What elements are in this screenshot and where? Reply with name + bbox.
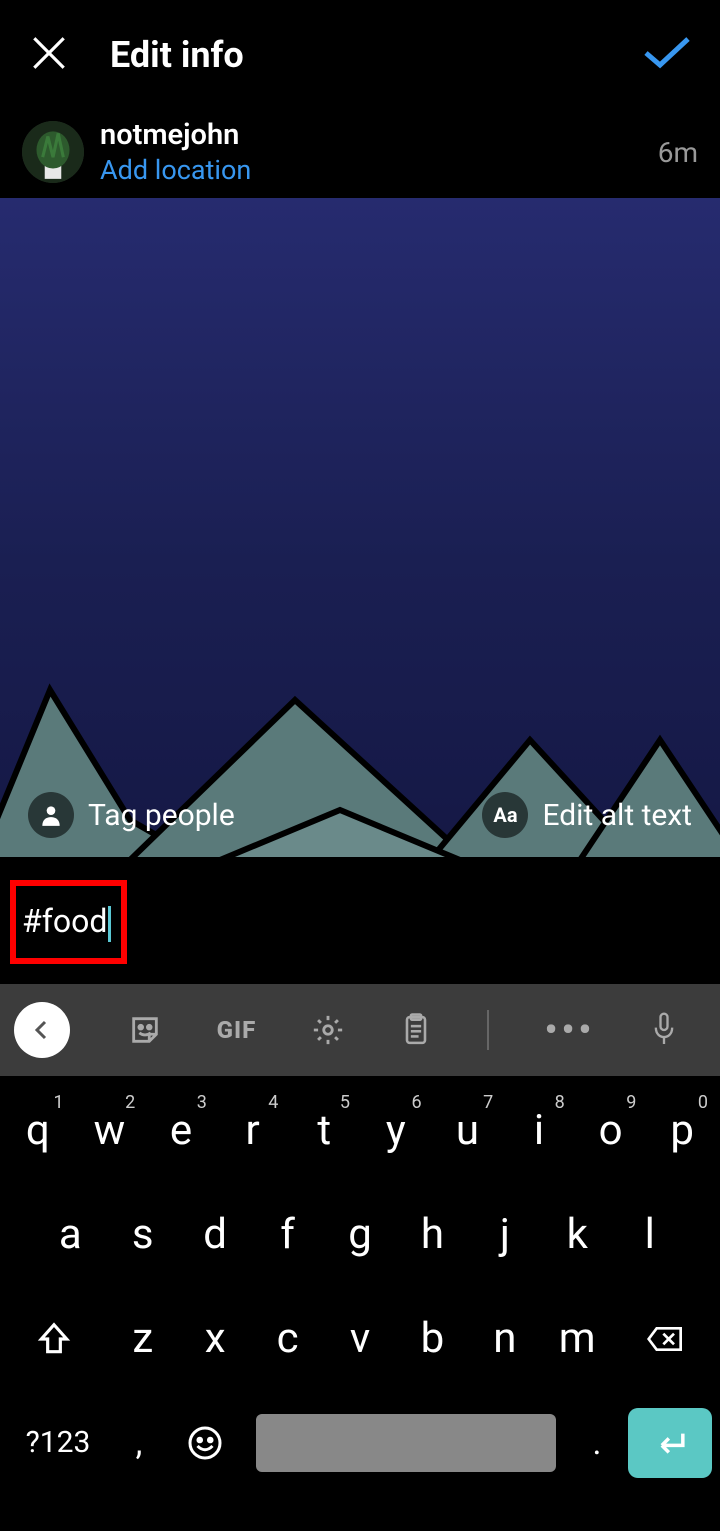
enter-icon [652,1429,688,1457]
edit-alt-text-button[interactable]: Aa Edit alt text [482,792,692,838]
tag-people-button[interactable]: Tag people [28,792,235,838]
key-num: 4 [268,1092,278,1113]
clipboard-button[interactable] [400,1012,432,1048]
key-h[interactable]: h [398,1192,466,1278]
backspace-key[interactable] [615,1296,716,1382]
key-t[interactable]: t5 [290,1088,358,1174]
caption-highlight: #food [10,880,127,964]
key-num: 3 [197,1092,207,1113]
period-key[interactable]: . [572,1400,622,1486]
backspace-icon [645,1323,687,1355]
tag-people-label: Tag people [88,798,235,833]
username[interactable]: notmejohn [100,118,251,152]
shift-key[interactable] [4,1296,105,1382]
key-k[interactable]: k [543,1192,611,1278]
keyboard: q1w2e3r4t5y6u7i8o9p0 asdfghjkl zxcvbnm ?… [0,1076,720,1506]
key-y[interactable]: y6 [362,1088,430,1174]
shift-icon [35,1320,73,1358]
key-p[interactable]: p0 [648,1088,716,1174]
dots-icon: ••• [545,1009,596,1051]
caption-area: #food [0,860,720,984]
key-row-3: zxcvbnm [4,1296,716,1382]
emoji-icon [187,1425,223,1461]
key-o[interactable]: o9 [577,1088,645,1174]
edit-alt-label: Edit alt text [542,798,692,833]
key-row-bottom: ?123 , . [4,1400,716,1486]
key-row-1: q1w2e3r4t5y6u7i8o9p0 [4,1088,716,1174]
page-title: Edit info [110,34,244,76]
key-num: 2 [125,1092,135,1113]
sticker-button[interactable] [128,1013,162,1047]
username-block: notmejohn Add location [100,118,251,186]
post-meta-left: notmejohn Add location [22,118,251,186]
caption-text: #food [22,902,107,940]
space-key[interactable] [256,1414,556,1472]
key-num: 8 [555,1092,565,1113]
key-j[interactable]: j [471,1192,539,1278]
timestamp: 6m [658,136,698,169]
text-cursor [108,906,111,942]
header-left: Edit info [28,32,244,78]
confirm-button[interactable] [642,33,692,77]
enter-key[interactable] [628,1408,712,1478]
gear-icon [311,1013,345,1047]
key-e[interactable]: e3 [147,1088,215,1174]
key-row-2: asdfghjkl [4,1192,716,1278]
key-z[interactable]: z [109,1296,177,1382]
caption-input[interactable]: #food [22,902,111,940]
key-d[interactable]: d [181,1192,249,1278]
keyboard-toolbar: GIF ••• [0,984,720,1076]
key-b[interactable]: b [398,1296,466,1382]
key-num: 1 [54,1092,64,1113]
key-c[interactable]: c [253,1296,321,1382]
key-num: 0 [698,1092,708,1113]
settings-button[interactable] [311,1013,345,1047]
image-overlays: Tag people Aa Edit alt text [0,792,720,838]
key-q[interactable]: q1 [4,1088,72,1174]
clipboard-icon [400,1012,432,1048]
key-n[interactable]: n [471,1296,539,1382]
key-num: 5 [340,1092,350,1113]
toolbar-divider [487,1010,489,1050]
emoji-key[interactable] [170,1400,240,1486]
post-meta: notmejohn Add location 6m [0,110,720,198]
key-w[interactable]: w2 [76,1088,144,1174]
key-r[interactable]: r4 [219,1088,287,1174]
comma-key[interactable]: , [114,1400,164,1486]
add-location-button[interactable]: Add location [100,154,251,186]
alt-text-icon: Aa [482,792,528,838]
close-icon [28,32,70,74]
key-num: 7 [483,1092,493,1113]
key-g[interactable]: g [326,1192,394,1278]
avatar[interactable] [22,121,84,183]
toolbar-items: GIF ••• [100,1010,706,1050]
close-button[interactable] [28,32,70,78]
key-l[interactable]: l [616,1192,684,1278]
key-m[interactable]: m [543,1296,611,1382]
numeric-switch-key[interactable]: ?123 [8,1400,108,1486]
avatar-image [22,121,84,183]
key-a[interactable]: a [36,1192,104,1278]
key-f[interactable]: f [253,1192,321,1278]
key-num: 6 [411,1092,421,1113]
microphone-icon [650,1011,678,1049]
chevron-left-icon [30,1018,54,1042]
toolbar-collapse-button[interactable] [14,1002,70,1058]
key-s[interactable]: s [108,1192,176,1278]
gif-button[interactable]: GIF [217,1016,257,1044]
person-icon [28,792,74,838]
key-num: 9 [626,1092,636,1113]
check-icon [642,33,692,73]
post-image[interactable]: Tag people Aa Edit alt text [0,198,720,860]
header: Edit info [0,0,720,110]
voice-input-button[interactable] [650,1011,678,1049]
sticker-icon [128,1013,162,1047]
key-i[interactable]: i8 [505,1088,573,1174]
key-v[interactable]: v [326,1296,394,1382]
key-x[interactable]: x [181,1296,249,1382]
key-u[interactable]: u7 [434,1088,502,1174]
